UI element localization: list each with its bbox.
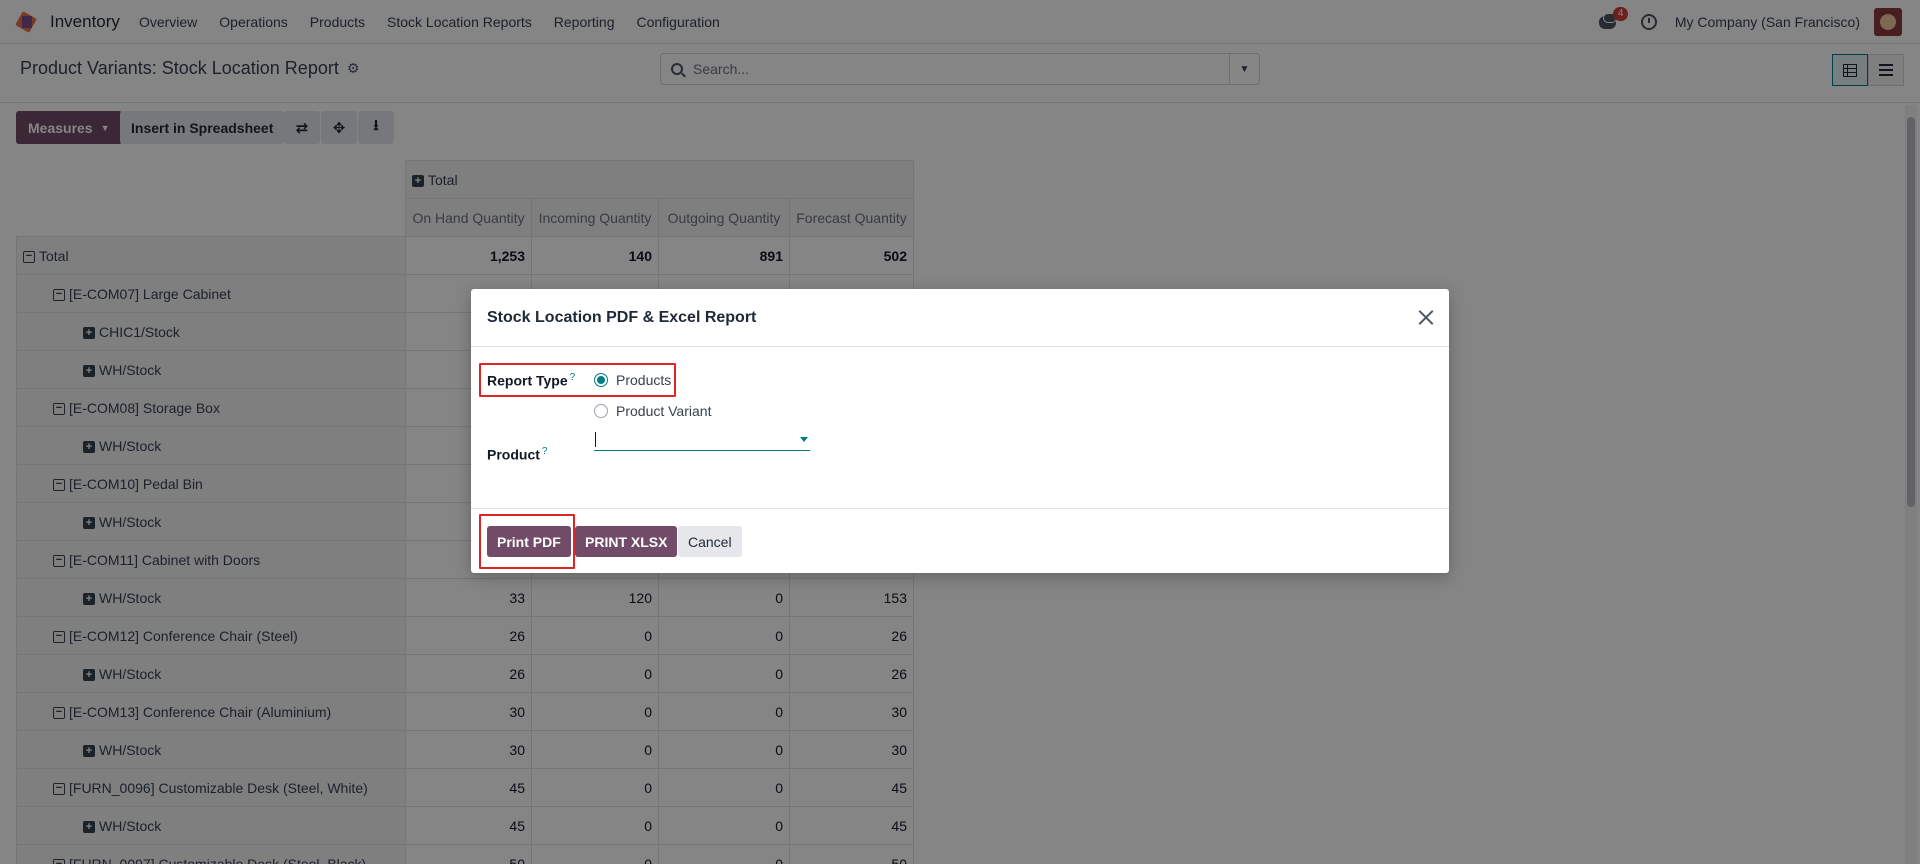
radio-product-variant[interactable]: Product Variant bbox=[594, 403, 711, 419]
stock-location-report-dialog: Stock Location PDF & Excel Report Report… bbox=[471, 289, 1449, 573]
help-icon[interactable]: ? bbox=[542, 446, 548, 457]
radio-product-variant-label: Product Variant bbox=[616, 403, 712, 419]
dialog-header: Stock Location PDF & Excel Report bbox=[471, 289, 1449, 347]
radio-products[interactable]: Products bbox=[594, 372, 671, 388]
cancel-button[interactable]: Cancel bbox=[678, 526, 742, 557]
radio-products-label: Products bbox=[616, 372, 672, 388]
product-label-text: Product bbox=[487, 446, 540, 463]
print-pdf-button[interactable]: Print PDF bbox=[487, 526, 571, 557]
product-label: Product? bbox=[487, 446, 547, 463]
product-select-input[interactable] bbox=[594, 429, 810, 451]
report-type-label: Report Type? bbox=[487, 372, 575, 389]
dialog-footer: Print PDF PRINT XLSX Cancel bbox=[471, 509, 1449, 572]
radio-checked-icon[interactable] bbox=[594, 373, 608, 387]
radio-unchecked-icon[interactable] bbox=[594, 404, 608, 418]
print-xlsx-button[interactable]: PRINT XLSX bbox=[575, 526, 678, 557]
close-icon[interactable] bbox=[1417, 308, 1435, 326]
dropdown-arrow-icon[interactable] bbox=[800, 437, 808, 442]
report-type-label-text: Report Type bbox=[487, 372, 568, 389]
dialog-body: Report Type? Products Product Variant Pr… bbox=[471, 347, 1449, 509]
dialog-title: Stock Location PDF & Excel Report bbox=[487, 308, 757, 326]
help-icon[interactable]: ? bbox=[570, 372, 576, 383]
text-cursor bbox=[595, 432, 596, 447]
